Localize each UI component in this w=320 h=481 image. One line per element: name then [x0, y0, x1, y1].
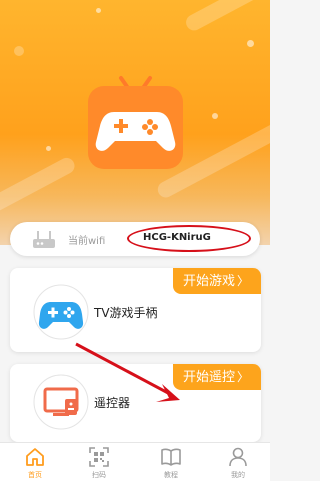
start-game-button[interactable]: 开始游戏〉 [172, 268, 261, 294]
wifi-label: 当前wifi [68, 236, 106, 247]
bottom-tab-bar: 首页 扫码 教程 我的 [0, 442, 270, 481]
home-icon [26, 448, 44, 466]
sparkle-dot [247, 40, 254, 47]
tab-scan[interactable]: 扫码 [72, 443, 126, 481]
chevron-right-icon: 〉 [236, 274, 249, 288]
annotation-arrow-icon [75, 342, 180, 402]
sparkle-dot [14, 46, 24, 56]
gamepad-icon [33, 284, 89, 340]
qr-scan-icon [89, 447, 109, 467]
sparkle-dot [212, 113, 218, 119]
tab-tutorial-label: 教程 [164, 471, 178, 479]
router-icon [33, 231, 55, 248]
wifi-ssid: HCG-KNiruG [143, 232, 211, 243]
light-streak [0, 155, 78, 221]
hero-banner [0, 0, 270, 245]
start-remote-label: 开始遥控 [182, 370, 235, 385]
tab-home-label: 首页 [28, 471, 42, 479]
tab-mine[interactable]: 我的 [211, 443, 265, 481]
start-game-label: 开始游戏 [182, 274, 235, 289]
tab-mine-label: 我的 [231, 471, 245, 479]
tab-home[interactable]: 首页 [8, 443, 62, 481]
tab-tutorial[interactable]: 教程 [144, 443, 198, 481]
sparkle-dot [46, 146, 51, 151]
wifi-status-bar[interactable]: 当前wifi HCG-KNiruG [10, 222, 260, 256]
tab-scan-label: 扫码 [92, 471, 106, 479]
user-icon [229, 447, 247, 467]
sparkle-dot [96, 8, 101, 13]
chevron-right-icon: 〉 [236, 370, 249, 384]
gamepad-title: TV游戏手柄 [94, 306, 158, 320]
book-icon [161, 448, 181, 466]
app-logo-icon [88, 76, 183, 169]
light-streak [183, 0, 270, 34]
